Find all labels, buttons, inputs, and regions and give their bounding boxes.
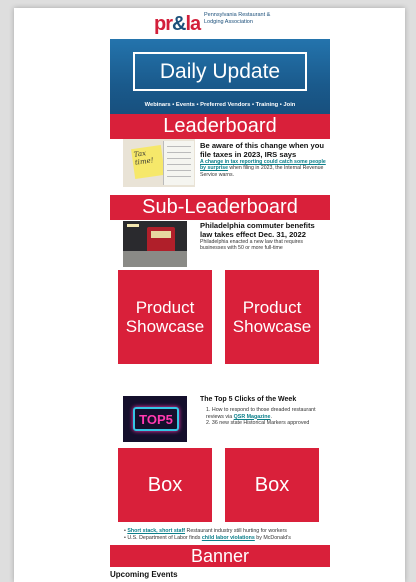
top5-item: 1. How to respond to those dreaded resta… — [206, 407, 332, 420]
item-tail: . — [270, 413, 272, 420]
box-ad-2[interactable]: Box — [225, 448, 319, 522]
ceiling-light — [127, 224, 139, 227]
logo-mark-right: la — [185, 13, 201, 35]
box-ad-1[interactable]: Box — [118, 448, 212, 522]
top5-image[interactable]: TOP5 — [123, 396, 187, 442]
news-text: Restaurant industry still hurting for wo… — [185, 528, 287, 534]
item-link[interactable]: QSR Magazine — [234, 414, 271, 420]
tax-form-icon — [163, 141, 194, 185]
top5-item: 2. 36 new state Historical Markers appro… — [206, 420, 332, 427]
top5-section: The Top 5 Clicks of the Week 1. How to r… — [200, 395, 332, 427]
sub-leaderboard-ad[interactable]: Sub-Leaderboard — [110, 195, 330, 220]
hero-nav-links[interactable]: Webinars • Events • Preferred Vendors • … — [110, 102, 330, 108]
logo-org-name: Pennsylvania Restaurant & Lodging Associ… — [204, 12, 271, 25]
daily-update-hero[interactable]: Daily Update Webinars • Events • Preferr… — [110, 39, 330, 116]
article-summary: A change in tax reporting could catch so… — [200, 159, 328, 178]
news-text-pre: U.S. Department of Labor finds — [127, 535, 202, 541]
article-commuter: Philadelphia commuter benefits law takes… — [200, 221, 328, 252]
product-showcase-ad-2[interactable]: Product Showcase — [225, 270, 319, 364]
article-tax: Be aware of this change when you file ta… — [200, 141, 328, 178]
news-bullet: • U.S. Department of Labor finds child l… — [124, 535, 291, 541]
leaderboard-ad[interactable]: Leaderboard — [110, 114, 330, 139]
platform — [123, 251, 187, 267]
top5-title: The Top 5 Clicks of the Week — [200, 396, 297, 403]
article-summary: Philadelphia enacted a new law that requ… — [200, 239, 303, 252]
news-link[interactable]: child labor violations — [202, 535, 255, 541]
top5-neon-sign: TOP5 — [133, 407, 179, 431]
item-number: 1. — [206, 407, 211, 413]
news-link[interactable]: Short stack, short staff — [127, 528, 185, 534]
logo-mark-amp: & — [172, 13, 186, 35]
article-title[interactable]: Philadelphia commuter benefits law takes… — [200, 221, 328, 239]
upcoming-events-heading: Upcoming Events — [110, 570, 178, 579]
email-newsletter: pr&la Pennsylvania Restaurant & Lodging … — [14, 8, 405, 582]
train-window — [151, 231, 171, 238]
banner-ad[interactable]: Banner — [110, 545, 330, 567]
article-title[interactable]: Be aware of this change when you file ta… — [200, 141, 328, 159]
news-text: by McDonald's — [254, 535, 291, 541]
top5-list: 1. How to respond to those dreaded resta… — [200, 407, 332, 427]
item-number: 2. — [206, 420, 211, 427]
product-showcase-ad-1[interactable]: Product Showcase — [118, 270, 212, 364]
item-text[interactable]: 36 new state Historical Markers approved — [212, 420, 309, 426]
news-bullet-list: • Short stack, short staff Restaurant in… — [124, 528, 339, 542]
tax-note: Tax time! — [131, 145, 165, 179]
news-bullet: • Short stack, short staff Restaurant in… — [124, 528, 287, 534]
commuter-article-image[interactable] — [123, 221, 187, 267]
tax-article-image[interactable]: Tax time! — [123, 139, 195, 187]
hero-title: Daily Update — [133, 52, 307, 91]
logo-mark-left: pr — [154, 13, 173, 35]
pra-logo[interactable]: pr&la — [154, 13, 201, 36]
